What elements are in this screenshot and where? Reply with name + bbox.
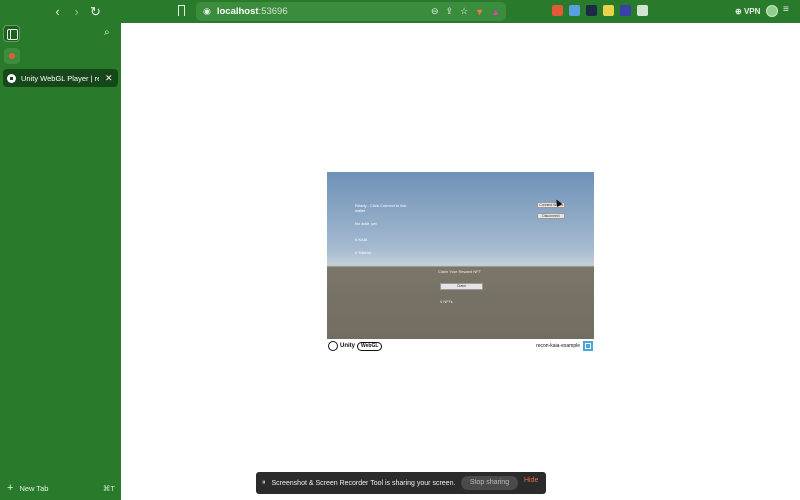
unity-canvas[interactable]: Ready - Click Connect to link wallet No …	[327, 172, 594, 339]
pinned-tab[interactable]	[4, 48, 20, 64]
forward-button[interactable]: ›	[67, 0, 86, 23]
status-text: Ready - Click Connect to link wallet	[355, 203, 407, 213]
unity-logo-icon	[328, 341, 338, 351]
site-info-icon[interactable]: ◉	[203, 6, 211, 17]
zoom-icon[interactable]: ⊖	[431, 6, 439, 17]
claim-button[interactable]: Claim	[440, 283, 483, 290]
profile-avatar[interactable]	[766, 5, 778, 17]
screen-sharing-bar: ⏸ Screenshot & Screen Recorder Tool is s…	[256, 472, 546, 494]
new-tab-label: New Tab	[19, 483, 49, 493]
token-balance-text: 0 Tokens	[355, 250, 371, 255]
webgl-logo: WebGL	[357, 342, 383, 351]
extension-purple-icon[interactable]	[620, 5, 631, 16]
new-tab-button[interactable]: + New Tab ⌘T	[7, 482, 117, 494]
address-bar[interactable]: ◉ localhost:53696 ⊖ ⇪ ☆ ▼ ▲	[196, 2, 506, 21]
extension-dark-icon[interactable]	[586, 5, 597, 16]
close-tab-icon[interactable]: ✕	[105, 73, 113, 84]
bookmark-icon[interactable]	[178, 5, 185, 16]
reload-button[interactable]: ↻	[86, 0, 105, 23]
browser-toolbar: ‹ › ↻ ◉ localhost:53696 ⊖ ⇪ ☆ ▼ ▲ ⊕ VPN …	[0, 0, 800, 23]
vpn-button[interactable]: ⊕ VPN	[735, 7, 760, 16]
unity-logo: Unity	[328, 341, 355, 351]
extension-blue-icon[interactable]	[569, 5, 580, 16]
plus-icon: +	[7, 482, 14, 494]
sidebar-toggle-icon[interactable]	[3, 25, 20, 42]
menu-icon[interactable]: ≡	[783, 4, 789, 15]
brave-shield-icon[interactable]: ▼	[475, 7, 484, 17]
stop-sharing-button[interactable]: Stop sharing	[461, 476, 518, 490]
tab-unity-webgl-player[interactable]: Unity WebGL Player | recov ✕	[3, 69, 118, 87]
url-text: localhost:53696	[216, 6, 288, 17]
pinned-tab-favicon-icon	[9, 53, 15, 59]
rewards-icon[interactable]: ▲	[491, 7, 500, 17]
fullscreen-icon[interactable]	[583, 341, 593, 351]
new-tab-shortcut: ⌘T	[102, 483, 115, 493]
unity-footer: Unity WebGL recon-kaia-example	[327, 339, 594, 354]
project-name: recon-kaia-example	[536, 343, 580, 349]
extension-gray-icon[interactable]	[637, 5, 648, 16]
tab-title: Unity WebGL Player | recov	[21, 73, 99, 83]
pause-icon: ⏸	[262, 479, 266, 486]
share-icon[interactable]: ⇪	[446, 6, 454, 17]
search-tabs-icon[interactable]: ⌕	[104, 27, 110, 38]
back-button[interactable]: ‹	[48, 0, 67, 23]
wallet-address-text: No addr. yet	[355, 221, 377, 226]
bookmark-star-icon[interactable]: ☆	[460, 6, 468, 17]
unity-favicon-icon	[7, 73, 16, 83]
kaia-balance-text: 0 KAIA	[355, 237, 368, 242]
extension-yellow-icon[interactable]	[603, 5, 614, 16]
extensions-row	[552, 5, 648, 16]
claim-prompt-text: Claim Your Reward NFT	[438, 269, 482, 274]
disconnect-button[interactable]: Disconnect	[537, 213, 565, 219]
vertical-tabs-sidebar: ⌕ Unity WebGL Player | recov ✕ + New Tab…	[0, 23, 121, 500]
nft-count-text: 0 NFTs	[440, 299, 453, 304]
vpn-shield-icon: ⊕	[735, 7, 744, 16]
extension-red-icon[interactable]	[552, 5, 563, 16]
sharing-message: Screenshot & Screen Recorder Tool is sha…	[271, 479, 456, 487]
hide-button[interactable]: Hide	[524, 477, 538, 484]
